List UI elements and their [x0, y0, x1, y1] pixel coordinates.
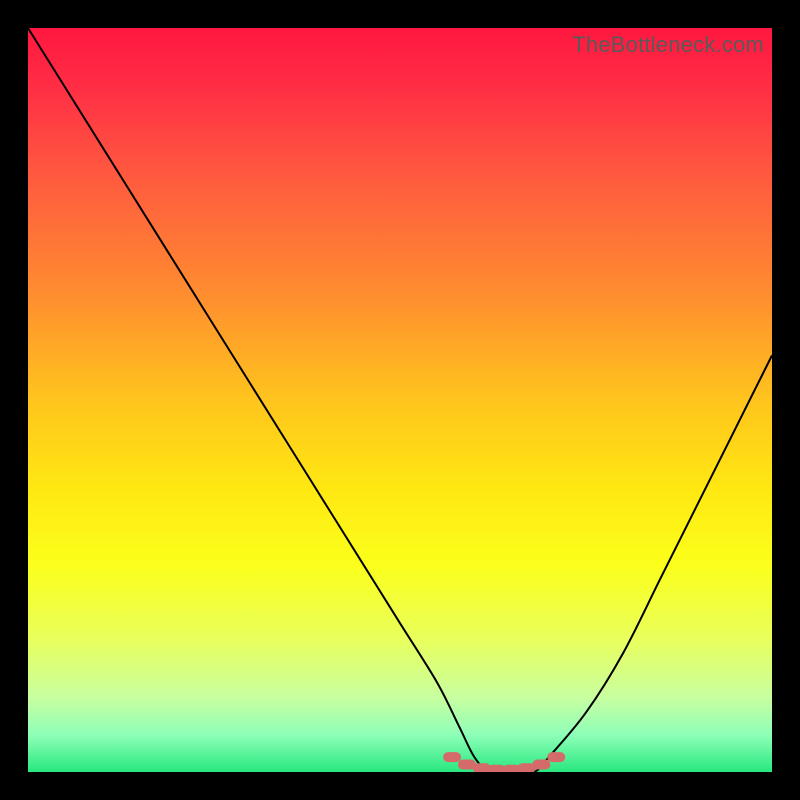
- marker-dot: [547, 752, 565, 762]
- watermark-text: TheBottleneck.com: [572, 32, 764, 58]
- gradient-background: [28, 28, 772, 772]
- marker-dot: [443, 752, 461, 762]
- chart-frame: TheBottleneck.com: [28, 28, 772, 772]
- marker-dot: [532, 760, 550, 770]
- bottleneck-chart: [28, 28, 772, 772]
